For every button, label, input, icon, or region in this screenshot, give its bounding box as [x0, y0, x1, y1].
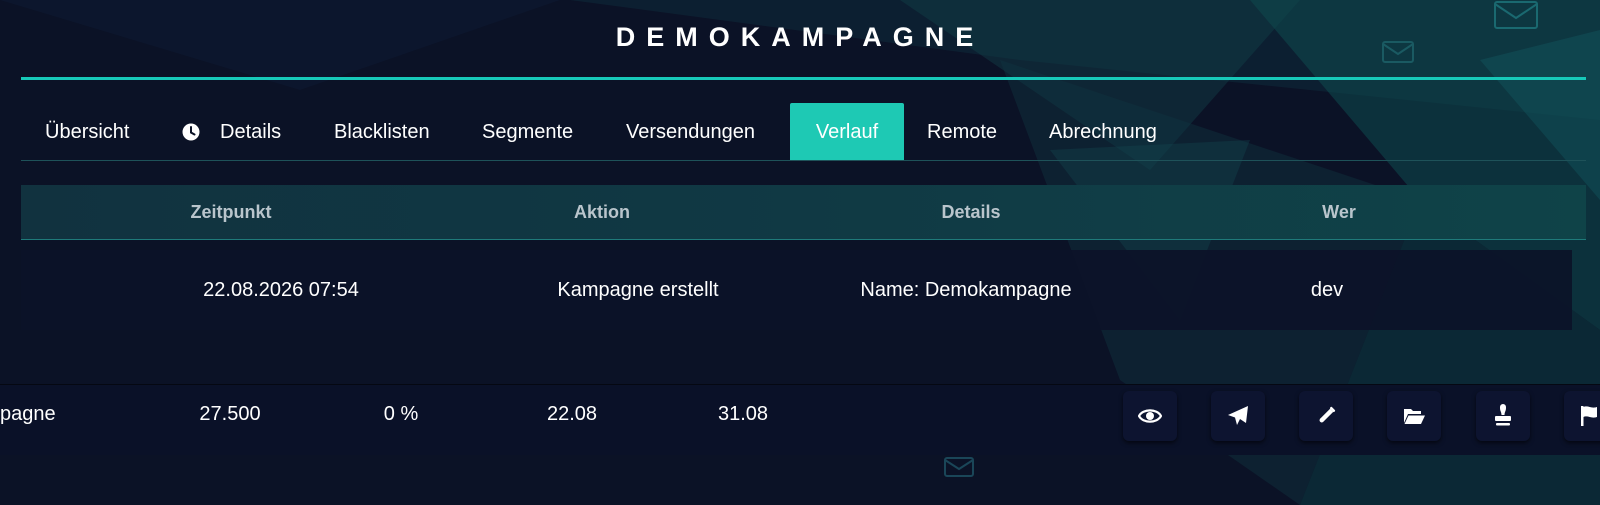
open-folder-button[interactable] — [1387, 391, 1441, 441]
tab-blacklisten[interactable]: Blacklisten — [334, 103, 430, 161]
history-table-header: Zeitpunkt Aktion Details Wer — [21, 185, 1586, 240]
tab-divider — [21, 160, 1586, 161]
tab-label: Versendungen — [626, 121, 756, 143]
tab-verlauf[interactable]: Verlauf — [790, 103, 904, 161]
tab-segmente[interactable]: Segmente — [482, 103, 573, 161]
send-button[interactable] — [1211, 391, 1265, 441]
flag-button[interactable] — [1564, 391, 1600, 441]
tab-abrechnung[interactable]: Abrechnung — [1049, 103, 1157, 161]
envelope-icon — [944, 457, 974, 477]
tab-uebersicht[interactable]: Übersicht — [45, 103, 129, 161]
cell-wer: dev — [1310, 279, 1344, 301]
start-date: 22.08 — [546, 403, 598, 425]
cell-zeitpunkt: 22.08.2026 07:54 — [203, 279, 359, 301]
tab-bar: Übersicht Details Blacklisten Segmente V… — [21, 103, 1586, 161]
campaign-row: pagne 27.500 0 % 22.08 31.08 — [0, 384, 1600, 455]
tab-label: Segmente — [482, 121, 574, 143]
tab-details[interactable]: Details — [182, 103, 281, 161]
eye-icon — [1138, 409, 1162, 423]
test-button[interactable] — [1299, 391, 1353, 441]
test-tube-icon — [1319, 406, 1336, 423]
paper-plane-icon — [1228, 406, 1248, 425]
clock-icon — [182, 106, 200, 141]
column-header-aktion[interactable]: Aktion — [502, 185, 702, 239]
tab-versendungen[interactable]: Versendungen — [626, 103, 755, 161]
column-header-zeitpunkt[interactable]: Zeitpunkt — [131, 185, 331, 239]
title-divider — [21, 77, 1586, 80]
approve-button[interactable] — [1476, 391, 1530, 441]
tab-remote[interactable]: Remote — [927, 103, 997, 161]
tab-label: Übersicht — [45, 121, 130, 143]
end-date: 31.08 — [717, 403, 769, 425]
column-header-details[interactable]: Details — [871, 185, 1071, 239]
tab-label: Abrechnung — [1049, 121, 1157, 143]
progress-percent: 0 % — [383, 403, 419, 425]
folder-open-icon — [1404, 409, 1425, 424]
page-title: DEMOKAMPAGNE — [615, 22, 985, 52]
tab-label: Remote — [927, 121, 998, 143]
campaign-name[interactable]: pagne — [0, 385, 62, 443]
tab-label: Blacklisten — [334, 121, 430, 143]
view-button[interactable] — [1123, 391, 1177, 441]
flag-icon — [1581, 406, 1597, 426]
cell-aktion: Kampagne erstellt — [557, 279, 719, 301]
cell-details: Name: Demokampagne — [860, 279, 1072, 301]
tab-label: Details — [220, 121, 282, 143]
table-row: 22.08.2026 07:54 Kampagne erstellt Name:… — [21, 250, 1572, 330]
column-header-wer[interactable]: Wer — [1239, 185, 1439, 239]
tab-label: Verlauf — [815, 121, 879, 143]
stamp-icon — [1495, 404, 1511, 426]
recipient-count: 27.500 — [199, 403, 261, 425]
